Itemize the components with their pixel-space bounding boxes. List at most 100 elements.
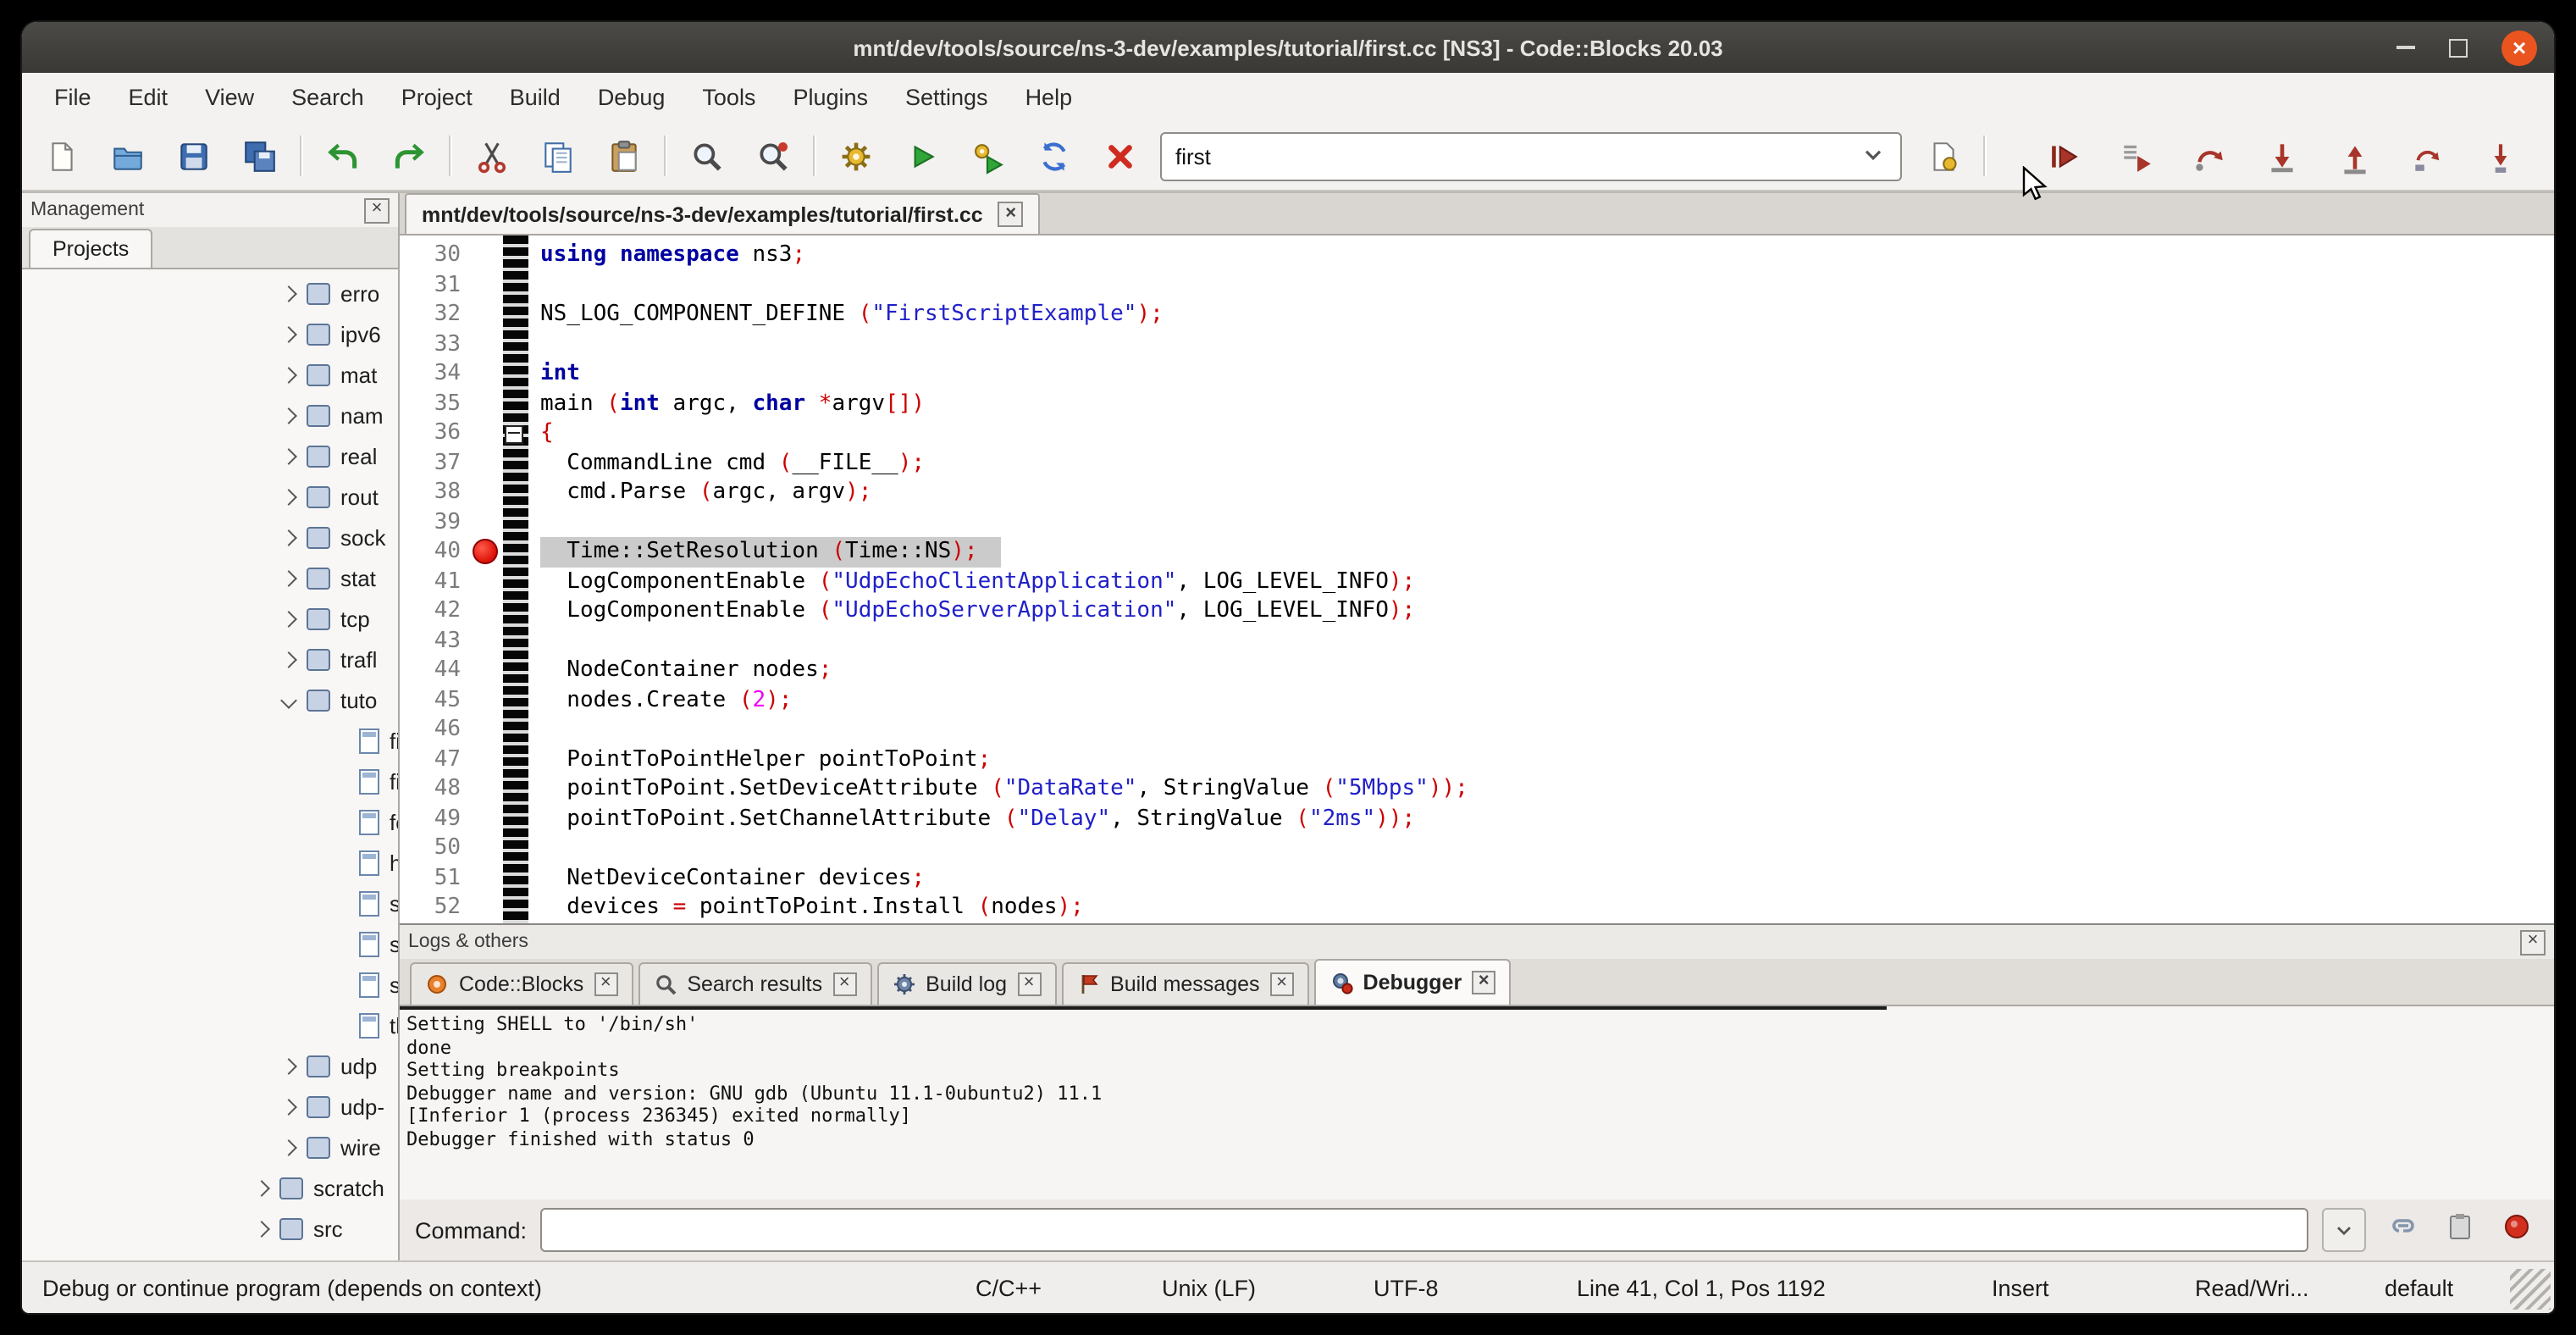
log-stop-button[interactable] <box>2495 1210 2539 1250</box>
chevron-right-icon[interactable] <box>280 325 297 342</box>
tree-item[interactable]: sock <box>22 517 398 557</box>
breakpoint-cell[interactable] <box>469 567 500 596</box>
breakpoint-cell[interactable] <box>469 774 500 804</box>
code-line[interactable]: { <box>540 418 2554 448</box>
breakpoint-cell[interactable] <box>469 270 500 300</box>
menu-build[interactable]: Build <box>491 85 579 110</box>
chevron-right-icon[interactable] <box>253 1220 270 1237</box>
management-close-button[interactable] <box>364 197 390 223</box>
save-all-button[interactable] <box>234 130 285 181</box>
tree-item[interactable]: fif <box>22 720 398 761</box>
breakpoint-cell[interactable] <box>469 656 500 685</box>
breakpoint-cell[interactable] <box>469 330 500 359</box>
tree-item[interactable]: fo <box>22 801 398 842</box>
breakpoint-cell[interactable] <box>469 834 500 863</box>
chevron-down-icon[interactable] <box>280 691 297 708</box>
chevron-right-icon[interactable] <box>280 407 297 424</box>
tree-item[interactable]: nam <box>22 395 398 435</box>
menu-search[interactable]: Search <box>273 85 383 110</box>
code-line[interactable]: devices = pointToPoint.Install (nodes); <box>540 893 2554 922</box>
code-line[interactable] <box>540 270 2554 300</box>
logs-close-button[interactable] <box>2520 929 2546 955</box>
breakpoint-cell[interactable] <box>469 507 500 537</box>
tree-item[interactable]: scratch <box>22 1167 398 1208</box>
chevron-right-icon[interactable] <box>253 1179 270 1196</box>
maximize-button[interactable] <box>2449 38 2468 57</box>
code-line[interactable]: Time::SetResolution (Time::NS); <box>540 537 2554 567</box>
step-into-instruction-button[interactable] <box>2471 130 2529 181</box>
code-line[interactable]: NodeContainer nodes; <box>540 656 2554 685</box>
tree-item[interactable]: src <box>22 1208 398 1249</box>
code-line[interactable]: LogComponentEnable ("UdpEchoClientApplic… <box>540 567 2554 596</box>
next-instruction-button[interactable] <box>2398 130 2456 181</box>
logtab-close-button[interactable] <box>1472 971 1495 994</box>
chevron-right-icon[interactable] <box>280 1138 297 1155</box>
logtab-close-button[interactable] <box>1270 972 1294 996</box>
fold-marker[interactable] <box>505 425 523 444</box>
breakpoint-cell[interactable] <box>469 241 500 270</box>
logtab-search-results[interactable]: Search results <box>638 962 871 1005</box>
new-file-button[interactable] <box>36 130 86 181</box>
rebuild-button[interactable] <box>1028 130 1079 181</box>
save-button[interactable] <box>168 130 218 181</box>
code-line[interactable]: nodes.Create (2); <box>540 685 2554 715</box>
logtab-close-button[interactable] <box>832 972 856 996</box>
chevron-right-icon[interactable] <box>280 529 297 546</box>
tree-item[interactable]: he <box>22 842 398 883</box>
code-editor[interactable]: 3031323334353637383940414243444546474849… <box>400 235 2554 923</box>
logtab-debugger[interactable]: Debugger <box>1314 959 1512 1005</box>
chevron-right-icon[interactable] <box>280 1098 297 1115</box>
command-history-dropdown[interactable] <box>2322 1208 2366 1252</box>
chevron-right-icon[interactable] <box>280 1057 297 1074</box>
breakpoint-cell[interactable] <box>469 596 500 626</box>
code-area[interactable]: using namespace ns3;NS_LOG_COMPONENT_DEF… <box>532 235 2554 923</box>
minimize-button[interactable] <box>2396 46 2415 49</box>
resize-grip[interactable] <box>2510 1269 2551 1310</box>
step-out-button[interactable] <box>2325 130 2383 181</box>
chevron-right-icon[interactable] <box>280 610 297 627</box>
chevron-right-icon[interactable] <box>280 366 297 383</box>
breakpoint-cell[interactable] <box>469 745 500 774</box>
log-link-button[interactable] <box>2380 1210 2424 1250</box>
breakpoint-cell[interactable] <box>469 389 500 418</box>
breakpoint-cell[interactable] <box>469 448 500 478</box>
code-line[interactable]: using namespace ns3; <box>540 241 2554 270</box>
menu-settings[interactable]: Settings <box>887 85 1007 110</box>
fold-margin[interactable] <box>500 235 532 923</box>
menu-project[interactable]: Project <box>383 85 491 110</box>
tree-item[interactable]: se <box>22 883 398 923</box>
tree-item[interactable]: tuto <box>22 679 398 720</box>
find-button[interactable] <box>681 130 732 181</box>
code-line[interactable]: NetDeviceContainer devices; <box>540 863 2554 893</box>
build-target-combo[interactable]: first <box>1160 131 1902 180</box>
breakpoint-cell[interactable] <box>469 685 500 715</box>
tree-item[interactable]: fir <box>22 761 398 801</box>
log-copy-button[interactable] <box>2437 1210 2481 1250</box>
code-line[interactable]: PointToPointHelper pointToPoint; <box>540 745 2554 774</box>
breakpoint-cell[interactable] <box>469 537 500 567</box>
build-button[interactable] <box>830 130 881 181</box>
tree-item[interactable]: tcp <box>22 598 398 639</box>
breakpoint-cell[interactable] <box>469 804 500 834</box>
toolbar-overflow-chevron[interactable] <box>2544 130 2554 181</box>
tree-item[interactable]: ipv6 <box>22 313 398 354</box>
close-button[interactable] <box>2501 30 2537 65</box>
logtab-code-blocks[interactable]: Code::Blocks <box>410 962 633 1005</box>
breakpoint-cell[interactable] <box>469 418 500 448</box>
tree-item[interactable]: rout <box>22 476 398 517</box>
logtab-close-button[interactable] <box>1017 972 1041 996</box>
title-bar[interactable]: mnt/dev/tools/source/ns-3-dev/examples/t… <box>22 22 2554 73</box>
chevron-right-icon[interactable] <box>280 569 297 586</box>
editor-tab-close-button[interactable] <box>998 202 1024 227</box>
breakpoint-cell[interactable] <box>469 893 500 922</box>
tree-item[interactable]: se <box>22 923 398 964</box>
chevron-right-icon[interactable] <box>280 488 297 505</box>
code-line[interactable]: pointToPoint.SetChannelAttribute ("Delay… <box>540 804 2554 834</box>
code-line[interactable]: LogComponentEnable ("UdpEchoServerApplic… <box>540 596 2554 626</box>
logtab-build-log[interactable]: Build log <box>876 962 1056 1005</box>
tree-item[interactable]: real <box>22 435 398 476</box>
breakpoint-cell[interactable] <box>469 863 500 893</box>
breakpoint-cell[interactable] <box>469 359 500 389</box>
code-line[interactable]: cmd.Parse (argc, argv); <box>540 478 2554 507</box>
code-line[interactable] <box>540 330 2554 359</box>
